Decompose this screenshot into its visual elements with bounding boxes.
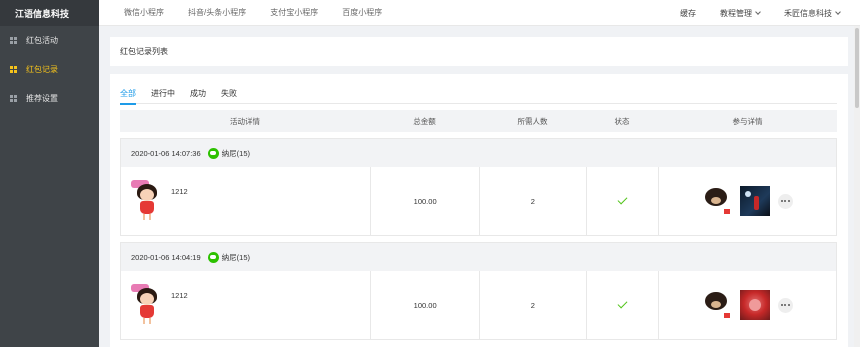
record-body: 1212 100.00 2: [121, 271, 836, 339]
record-item: 2020-01-06 14:07:36 纳尼(15) 1212 100.00 2: [120, 138, 837, 236]
tab-in-progress[interactable]: 进行中: [151, 82, 175, 104]
records-card: 全部 进行中 成功 失败 活动详情 总金额 所需人数 状态 参与详情 2020-…: [110, 74, 848, 347]
tab-failed[interactable]: 失败: [221, 82, 237, 104]
header-participants: 参与详情: [732, 116, 763, 126]
top-nav: 微信小程序 抖音/头条小程序 支付宝小程序 百度小程序 缓存 教程管理 禾匠信息…: [99, 0, 860, 26]
activity-cell: 1212: [121, 167, 370, 235]
record-user: 纳尼(15): [221, 148, 250, 158]
sidebar-item-label: 推荐设置: [26, 94, 58, 103]
top-tab-baidu[interactable]: 百度小程序: [342, 7, 382, 18]
required-cell: 2: [479, 167, 586, 235]
scrollbar-thumb[interactable]: [855, 28, 859, 108]
grid-icon: [10, 37, 17, 44]
account-dropdown[interactable]: 禾匠信息科技: [784, 8, 841, 19]
status-cell: [585, 271, 658, 339]
table-header: 活动详情 总金额 所需人数 状态 参与详情: [120, 110, 837, 132]
activity-nickname: 1212: [171, 291, 188, 300]
sidebar-item-red-packet-records[interactable]: 红包记录: [0, 55, 99, 84]
participant-avatar: [701, 186, 732, 216]
check-icon: [617, 194, 628, 205]
tutorial-label: 教程管理: [720, 8, 752, 18]
amount-cell: 100.00: [370, 167, 479, 235]
top-tab-douyin[interactable]: 抖音/头条小程序: [188, 7, 246, 18]
top-right-actions: 缓存 教程管理 禾匠信息科技: [680, 0, 841, 26]
more-icon[interactable]: [777, 297, 793, 313]
record-item: 2020-01-06 14:04:19 纳尼(15) 1212 100.00 2: [120, 242, 837, 340]
cache-link[interactable]: 缓存: [680, 8, 696, 19]
tab-success[interactable]: 成功: [190, 82, 206, 104]
top-tab-wechat[interactable]: 微信小程序: [124, 7, 164, 18]
more-icon[interactable]: [777, 193, 793, 209]
activity-image: [131, 177, 163, 221]
header-activity-details: 活动详情: [230, 116, 260, 126]
participant-avatar: [739, 186, 770, 216]
wechat-icon: [207, 251, 219, 263]
participant-avatar: [701, 290, 732, 320]
wechat-icon: [207, 147, 219, 159]
scrollbar[interactable]: [854, 26, 860, 347]
page-title: 红包记录列表: [120, 47, 168, 56]
record-header: 2020-01-06 14:07:36 纳尼(15): [121, 139, 836, 167]
sidebar-item-label: 红包活动: [26, 36, 58, 45]
account-label: 禾匠信息科技: [784, 8, 832, 18]
chevron-down-icon: [755, 8, 761, 15]
sidebar-item-red-packet-activity[interactable]: 红包活动: [0, 26, 99, 55]
record-body: 1212 100.00 2: [121, 167, 836, 235]
activity-cell: 1212: [121, 271, 370, 339]
activity-image: [131, 281, 163, 325]
record-datetime: 2020-01-06 14:04:19: [131, 252, 201, 262]
tutorial-dropdown[interactable]: 教程管理: [720, 8, 761, 19]
status-cell: [585, 167, 658, 235]
participants-cell: [657, 271, 837, 339]
grid-icon: [10, 66, 17, 73]
amount-cell: 100.00: [370, 271, 479, 339]
chevron-down-icon: [835, 8, 841, 15]
check-icon: [617, 298, 628, 309]
sidebar-item-recommend-settings[interactable]: 推荐设置: [0, 84, 99, 113]
participants-cell: [657, 167, 837, 235]
sidebar-item-label: 红包记录: [26, 65, 58, 74]
activity-nickname: 1212: [171, 187, 188, 196]
header-required-people: 所需人数: [517, 116, 548, 126]
record-datetime: 2020-01-06 14:07:36: [131, 148, 201, 158]
brand-logo: 江语信息科技: [0, 0, 99, 26]
top-tab-alipay[interactable]: 支付宝小程序: [270, 7, 318, 18]
tab-all[interactable]: 全部: [120, 82, 136, 105]
participant-avatar: [739, 290, 770, 320]
required-cell: 2: [479, 271, 586, 339]
record-user: 纳尼(15): [221, 252, 250, 262]
record-header: 2020-01-06 14:04:19 纳尼(15): [121, 243, 836, 271]
header-status: 状态: [614, 116, 630, 126]
grid-icon: [10, 95, 17, 102]
sidebar: 江语信息科技 红包活动 红包记录 推荐设置: [0, 0, 99, 347]
status-tabs: 全部 进行中 成功 失败: [120, 82, 837, 105]
page-title-card: 红包记录列表: [110, 37, 848, 66]
header-total-amount: 总金额: [413, 116, 436, 126]
